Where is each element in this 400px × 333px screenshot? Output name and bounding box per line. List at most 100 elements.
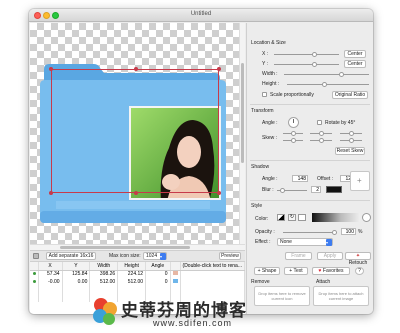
resize-handle[interactable] [217,67,221,71]
text-button[interactable]: + Text [284,267,308,275]
opacity-slider[interactable] [283,230,337,235]
shape-label: Shape [261,268,277,274]
shadow-angle-label: Angle : [262,176,278,182]
resize-handle[interactable] [49,67,53,71]
skew-slider[interactable] [340,138,362,143]
favorites-button[interactable]: ♥ Favorites [312,267,350,275]
opacity-field[interactable]: 100 [341,228,356,235]
selection-frame[interactable] [49,67,221,195]
cell-width: 398.26 [89,270,119,278]
skew-slider[interactable] [340,131,362,136]
cell-name[interactable] [180,270,246,278]
effect-label: Effect : [255,239,271,245]
table-header-cell [170,262,181,271]
cell-height: 224.12 [117,270,147,278]
color-well[interactable] [277,214,285,221]
slider-knob[interactable] [349,131,354,136]
cell-x: 57.34 [38,270,63,278]
slider-knob[interactable] [319,138,324,143]
angle-label: Angle : [262,120,278,126]
shadow-title: Shadow [251,164,270,170]
original-ratio-button[interactable]: Original Ratio [332,91,368,99]
scroll-thumb[interactable] [60,246,190,249]
scroll-thumb[interactable] [241,63,244,163]
preview-button[interactable]: Preview [219,252,241,260]
window-title: Untitled [190,11,212,17]
cell-x: -0.00 [38,278,63,286]
effect-value: None [280,239,292,245]
shadow-angle-field[interactable]: 148 [292,175,308,182]
slider-knob[interactable] [332,230,337,235]
cell-angle: 0 [145,278,171,286]
color-well[interactable] [298,214,306,221]
slider-knob[interactable] [291,138,296,143]
skew-slider[interactable] [283,131,303,136]
color-swatch[interactable] [33,253,39,259]
help-button[interactable]: ? [355,267,364,275]
slider-knob[interactable] [312,52,317,57]
center-y-button[interactable]: Center [344,60,366,68]
cell-angle: 0 [145,270,171,278]
icon-canvas[interactable] [30,23,245,244]
max-icon-size-value: 1024 [146,253,158,259]
opacity-unit: % [358,229,363,235]
cell-height: 512.00 [117,278,147,286]
retouch-button[interactable]: ✦ Retouch [345,252,371,266]
shape-button[interactable]: + Shape [254,267,280,275]
x-slider[interactable] [274,52,339,57]
slider-knob[interactable] [322,82,327,87]
width-slider[interactable] [284,72,369,77]
max-icon-size-select[interactable]: 1024 ▾ [143,252,167,260]
table-row[interactable]: -0.00 0.00 512.00 512.00 0 [30,278,246,286]
reset-skew-button[interactable]: Reset Skew [335,147,365,155]
add-shadow-box[interactable]: + [350,171,370,191]
y-slider[interactable] [274,62,339,67]
resize-handle[interactable] [134,191,138,195]
row-bullet [30,278,39,286]
divider [250,160,370,161]
angle-dial[interactable] [288,117,299,128]
transform-title: Transform [251,108,274,114]
cell-name[interactable] [180,278,246,286]
watermark-url: www.sdifen.com [153,318,233,328]
frame-button[interactable]: Frame [285,252,312,260]
slider-knob[interactable] [291,131,296,136]
chevron-down-icon: ▾ [326,239,332,246]
shadow-blur-field[interactable]: 2 [311,186,321,193]
effect-select[interactable]: None ▾ [277,238,333,246]
blur-slider[interactable] [277,188,307,193]
gradient-bar[interactable] [312,213,360,222]
logo-icon [93,298,117,325]
slider-knob[interactable] [319,131,324,136]
slider-knob[interactable] [349,138,354,143]
add-separate-button[interactable]: Add separate 16x16 [46,252,96,260]
gradient-angle-dial[interactable] [362,213,371,222]
resize-handle[interactable] [134,67,138,71]
x-label: X : [262,51,269,57]
refresh-icon[interactable]: ↻ [288,214,296,221]
thumbnail-icon [170,270,181,278]
skew-slider[interactable] [283,138,303,143]
shadow-color-well[interactable] [326,186,342,193]
skew-slider[interactable] [310,138,332,143]
rotate-45-checkbox[interactable] [317,120,322,125]
titlebar: Untitled [29,9,373,22]
shadow-blur-label: Blur : [262,187,274,193]
resize-handle[interactable] [217,191,221,195]
retouch-label: Retouch [348,260,368,266]
apply-button[interactable]: Apply [317,252,343,260]
table-header: X Y Width Height Angle (Double-click tex… [30,262,246,271]
skew-slider[interactable] [310,131,332,136]
height-slider[interactable] [287,82,369,87]
table-header-cell: (Double-click text to rena... [180,262,246,271]
vertical-scrollbar[interactable] [239,23,245,244]
scale-proportionally-checkbox[interactable] [262,92,267,97]
slider-knob[interactable] [339,72,344,77]
slider-knob[interactable] [280,188,285,193]
slider-knob[interactable] [312,62,317,67]
text-label: Text [293,268,303,274]
table-row[interactable]: 57.34 125.84 398.26 224.12 0 [30,270,246,278]
location-size-title: Location & Size [251,40,286,46]
resize-handle[interactable] [49,191,53,195]
center-x-button[interactable]: Center [344,50,366,58]
